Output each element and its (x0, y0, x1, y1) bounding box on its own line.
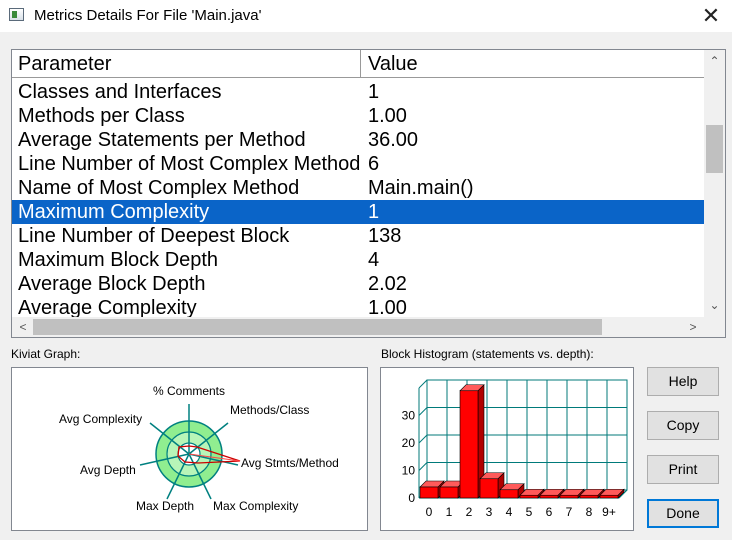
histogram-x-tick-label: 7 (566, 505, 573, 519)
row-parameter: Classes and Interfaces (18, 81, 222, 103)
window-title: Metrics Details For File 'Main.java' (34, 7, 262, 24)
histogram-bar (599, 494, 619, 499)
kiviat-axis-label: Avg Stmts/Method (241, 456, 339, 470)
table-row[interactable]: Line Number of Deepest Block 138 (12, 224, 705, 248)
histogram-x-tick-label: 1 (446, 505, 453, 519)
table-row[interactable]: Methods per Class 1.00 (12, 104, 705, 128)
kiviat-graph-label: Kiviat Graph: (11, 347, 81, 361)
kiviat-axis-label: Max Complexity (213, 499, 298, 513)
histogram-bar (439, 486, 459, 499)
kiviat-graph: % Comments Methods/Class Avg Stmts/Metho… (11, 367, 368, 531)
table-header: Parameter Value (12, 50, 705, 78)
histogram-gridline (418, 407, 428, 416)
row-value: 4 (368, 249, 380, 271)
histogram-bar (539, 494, 559, 499)
row-parameter: Average Statements per Method (18, 129, 306, 151)
scrollbar-corner (705, 317, 725, 337)
histogram-x-tick-label: 6 (546, 505, 553, 519)
vertical-scroll-thumb[interactable] (706, 125, 723, 173)
table-row-selected[interactable]: Maximum Complexity 1 (12, 200, 705, 224)
column-header-value[interactable]: Value (361, 50, 705, 77)
histogram-bar (499, 489, 519, 499)
row-value: 6 (368, 153, 380, 175)
row-parameter: Line Number of Deepest Block (18, 225, 290, 247)
row-value: Main.main() (368, 177, 474, 199)
table-row[interactable]: Average Block Depth 2.02 (12, 272, 705, 296)
table-row[interactable]: Classes and Interfaces 1 (12, 80, 705, 104)
kiviat-axis-label: Avg Depth (80, 463, 136, 477)
table-row[interactable]: Maximum Block Depth 4 (12, 248, 705, 272)
histogram-bar (579, 494, 599, 499)
row-value: 36.00 (368, 129, 419, 151)
horizontal-scroll-thumb[interactable] (33, 319, 602, 335)
kiviat-axis-label: Avg Complexity (59, 412, 142, 426)
histogram-bar (559, 494, 579, 499)
row-parameter: Line Number of Most Complex Method (18, 153, 361, 175)
vertical-scrollbar[interactable]: ⌃ ⌄ (704, 50, 725, 320)
row-parameter: Name of Most Complex Method (18, 177, 300, 199)
histogram-x-tick-label: 0 (426, 505, 433, 519)
row-value: 2.02 (368, 273, 407, 295)
scroll-down-arrow-icon[interactable]: ⌄ (704, 296, 725, 314)
histogram-bar (479, 478, 499, 499)
kiviat-axis-label: Methods/Class (230, 403, 309, 417)
histogram-gridline (418, 379, 428, 389)
scroll-up-arrow-icon[interactable]: ⌃ (704, 52, 725, 70)
title-bar: Metrics Details For File 'Main.java' ✕ (0, 0, 732, 32)
histogram-y-tick-label: 20 (402, 436, 416, 450)
row-value: 1.00 (368, 105, 407, 127)
histogram-gridline (418, 462, 428, 471)
table-row[interactable]: Line Number of Most Complex Method 6 (12, 152, 705, 176)
row-parameter: Average Block Depth (18, 273, 206, 295)
scroll-left-arrow-icon[interactable]: < (14, 317, 32, 337)
histogram-x-tick-label: 8 (586, 505, 593, 519)
table-body: Classes and Interfaces 1 Methods per Clas… (12, 80, 705, 320)
row-parameter: Maximum Complexity (18, 201, 210, 223)
histogram-gridline (418, 434, 428, 444)
scroll-right-arrow-icon[interactable]: > (684, 317, 702, 337)
copy-button[interactable]: Copy (647, 411, 719, 440)
app-icon (9, 8, 24, 21)
done-button[interactable]: Done (647, 499, 719, 528)
histogram-bar (419, 486, 439, 499)
block-histogram: 0 10 20 30 0 1 2 3 4 5 6 7 8 9+ (380, 367, 634, 531)
close-button[interactable]: ✕ (690, 0, 732, 32)
row-parameter: Methods per Class (18, 105, 185, 127)
histogram-x-tick-label: 9+ (602, 505, 616, 519)
block-histogram-label: Block Histogram (statements vs. depth): (381, 347, 594, 361)
print-button[interactable]: Print (647, 455, 719, 484)
row-value: 1 (368, 81, 380, 103)
row-parameter: Maximum Block Depth (18, 249, 219, 271)
help-button[interactable]: Help (647, 367, 719, 396)
kiviat-axis-label: Max Depth (136, 499, 194, 513)
histogram-x-tick-label: 2 (466, 505, 473, 519)
histogram-bar (459, 390, 479, 499)
row-value: 138 (368, 225, 402, 247)
table-row[interactable]: Average Statements per Method 36.00 (12, 128, 705, 152)
histogram-x-tick-label: 5 (526, 505, 533, 519)
kiviat-axis-label: % Comments (153, 384, 225, 398)
histogram-x-tick-label: 4 (506, 505, 513, 519)
histogram-y-tick-label: 30 (402, 409, 416, 423)
kiviat-graph-svg: % Comments Methods/Class Avg Stmts/Metho… (59, 384, 339, 513)
histogram-bar (519, 494, 539, 499)
histogram-x-tick-label: 3 (486, 505, 493, 519)
column-header-parameter[interactable]: Parameter (12, 50, 361, 77)
histogram-y-tick-label: 10 (402, 464, 416, 478)
table-row[interactable]: Name of Most Complex Method Main.main() (12, 176, 705, 200)
row-value: 1 (368, 201, 380, 223)
metrics-table: Parameter Value Classes and Interfaces 1 … (11, 49, 726, 338)
histogram-y-tick-label: 0 (408, 491, 415, 505)
horizontal-scrollbar[interactable]: < > (12, 317, 705, 337)
block-histogram-chart: 01020300 1 2 3 4 5 6 7 8 9+ (402, 379, 628, 519)
